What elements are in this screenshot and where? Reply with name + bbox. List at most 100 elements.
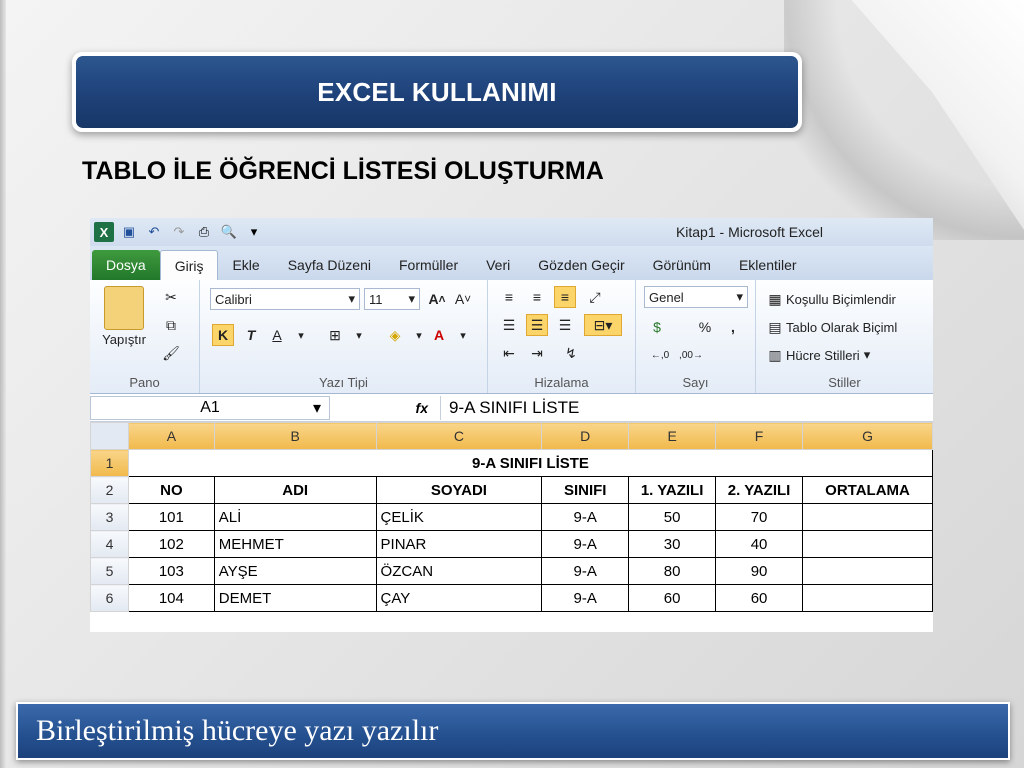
- data-cell[interactable]: [802, 530, 933, 558]
- row-header[interactable]: 1: [90, 449, 129, 477]
- row-header[interactable]: 4: [90, 530, 129, 558]
- decrease-indent-icon[interactable]: ⇤: [498, 342, 520, 364]
- column-header-a[interactable]: A: [127, 422, 215, 450]
- align-left-icon[interactable]: ☰: [498, 314, 520, 336]
- data-cell[interactable]: AYŞE: [213, 557, 377, 585]
- column-header-e[interactable]: E: [628, 422, 717, 450]
- data-cell[interactable]: 90: [715, 557, 804, 585]
- comma-icon[interactable]: ,: [722, 316, 744, 338]
- data-cell[interactable]: 9-A: [541, 503, 630, 531]
- row-header[interactable]: 3: [90, 503, 129, 531]
- align-right-icon[interactable]: ☰: [554, 314, 576, 336]
- data-cell[interactable]: 80: [628, 557, 717, 585]
- print-icon[interactable]: ⎙: [194, 222, 214, 242]
- align-middle-icon[interactable]: ≡: [526, 286, 548, 308]
- grow-font-icon[interactable]: A ˄: [426, 288, 448, 310]
- header-cell-ortalama[interactable]: ORTALAMA: [802, 476, 933, 504]
- column-header-b[interactable]: B: [213, 422, 377, 450]
- tab-view[interactable]: Görünüm: [639, 250, 725, 280]
- fx-icon[interactable]: fx: [330, 400, 440, 416]
- data-cell[interactable]: 60: [628, 584, 717, 612]
- data-cell[interactable]: 60: [715, 584, 804, 612]
- data-cell[interactable]: [802, 584, 933, 612]
- data-cell[interactable]: DEMET: [213, 584, 377, 612]
- data-cell[interactable]: ÇELİK: [375, 503, 543, 531]
- tab-page-layout[interactable]: Sayfa Düzeni: [274, 250, 385, 280]
- undo-icon[interactable]: ↶: [144, 222, 164, 242]
- data-cell[interactable]: 102: [127, 530, 215, 558]
- underline-button[interactable]: A: [266, 324, 288, 346]
- data-cell[interactable]: ÇAY: [375, 584, 543, 612]
- paste-button[interactable]: Yapıştır: [96, 286, 152, 347]
- data-cell[interactable]: 9-A: [541, 584, 630, 612]
- data-cell[interactable]: 9-A: [541, 530, 630, 558]
- copy-icon[interactable]: ⧉: [160, 314, 182, 336]
- borders-icon[interactable]: ⊞: [324, 324, 346, 346]
- number-format-select[interactable]: Genel ▾: [644, 286, 748, 308]
- shrink-font-icon[interactable]: A ˅: [452, 288, 474, 310]
- bold-button[interactable]: K: [212, 324, 234, 346]
- chevron-down-icon[interactable]: ▾: [348, 324, 370, 346]
- text-direction-icon[interactable]: ↯: [560, 342, 582, 364]
- column-header-c[interactable]: C: [375, 422, 543, 450]
- row-header[interactable]: 5: [90, 557, 129, 585]
- align-top-icon[interactable]: ≡: [498, 286, 520, 308]
- font-name-select[interactable]: Calibri ▾: [210, 288, 360, 310]
- currency-icon[interactable]: $: [646, 316, 668, 338]
- orientation-icon[interactable]: ⤢: [584, 286, 606, 308]
- tab-file[interactable]: Dosya: [92, 250, 160, 280]
- row-header[interactable]: 2: [90, 476, 129, 504]
- tab-formulas[interactable]: Formüller: [385, 250, 472, 280]
- increase-decimal-icon[interactable]: ←,0: [646, 344, 674, 366]
- data-cell[interactable]: 101: [127, 503, 215, 531]
- chevron-down-icon[interactable]: ▾: [452, 324, 474, 346]
- font-color-icon[interactable]: A: [428, 324, 450, 346]
- fill-color-icon[interactable]: ◈: [384, 324, 406, 346]
- tab-home[interactable]: Giriş: [159, 250, 219, 280]
- format-as-table-button[interactable]: ▤ Tablo Olarak Biçiml: [764, 316, 897, 338]
- header-cell-sinifi[interactable]: SINIFI: [541, 476, 630, 504]
- formula-input[interactable]: 9-A SINIFI LİSTE: [440, 395, 933, 420]
- align-center-icon[interactable]: ☰: [526, 314, 548, 336]
- data-cell[interactable]: [802, 557, 933, 585]
- data-cell[interactable]: 9-A: [541, 557, 630, 585]
- font-size-select[interactable]: 11 ▾: [364, 288, 420, 310]
- chevron-down-icon[interactable]: ▾: [290, 324, 312, 346]
- conditional-formatting-button[interactable]: ▦ Koşullu Biçimlendir: [764, 288, 895, 310]
- data-cell[interactable]: ALİ: [213, 503, 377, 531]
- header-cell-yazili2[interactable]: 2. YAZILI: [715, 476, 804, 504]
- data-cell[interactable]: ÖZCAN: [375, 557, 543, 585]
- data-cell[interactable]: 40: [715, 530, 804, 558]
- format-painter-icon[interactable]: 🖌: [160, 342, 182, 364]
- header-cell-yazili1[interactable]: 1. YAZILI: [628, 476, 717, 504]
- increase-indent-icon[interactable]: ⇥: [526, 342, 548, 364]
- redo-icon[interactable]: ↷: [169, 222, 189, 242]
- merged-title-cell[interactable]: 9-A SINIFI LİSTE: [127, 449, 933, 477]
- column-header-f[interactable]: F: [715, 422, 804, 450]
- data-cell[interactable]: 70: [715, 503, 804, 531]
- merge-center-icon[interactable]: ⊟▾: [584, 314, 622, 336]
- column-header-d[interactable]: D: [541, 422, 630, 450]
- data-cell[interactable]: 104: [127, 584, 215, 612]
- data-cell[interactable]: [802, 503, 933, 531]
- save-icon[interactable]: ▣: [119, 222, 139, 242]
- data-cell[interactable]: MEHMET: [213, 530, 377, 558]
- header-cell-adi[interactable]: ADI: [213, 476, 377, 504]
- tab-insert[interactable]: Ekle: [218, 250, 273, 280]
- data-cell[interactable]: 103: [127, 557, 215, 585]
- data-cell[interactable]: PINAR: [375, 530, 543, 558]
- name-box[interactable]: A1 ▾: [90, 395, 330, 420]
- tab-addins[interactable]: Eklentiler: [725, 250, 811, 280]
- cell-styles-button[interactable]: ▥ Hücre Stilleri ▾: [764, 344, 870, 366]
- data-cell[interactable]: 50: [628, 503, 717, 531]
- row-header[interactable]: 6: [90, 584, 129, 612]
- percent-icon[interactable]: %: [694, 316, 716, 338]
- print-preview-icon[interactable]: 🔍: [219, 222, 239, 242]
- data-cell[interactable]: 30: [628, 530, 717, 558]
- column-header-g[interactable]: G: [802, 422, 933, 450]
- select-all-corner[interactable]: [90, 422, 129, 450]
- align-bottom-icon[interactable]: ≡: [554, 286, 576, 308]
- tab-data[interactable]: Veri: [472, 250, 524, 280]
- header-cell-soyadi[interactable]: SOYADI: [375, 476, 543, 504]
- chevron-down-icon[interactable]: ▾: [408, 324, 430, 346]
